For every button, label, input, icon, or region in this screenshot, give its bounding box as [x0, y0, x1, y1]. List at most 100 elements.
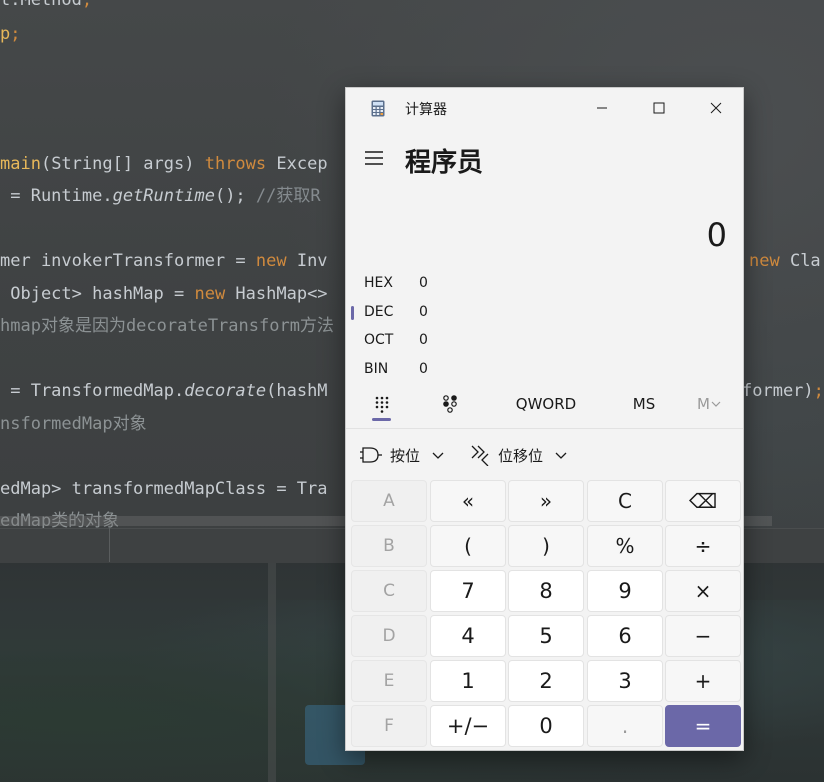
key-label: »	[539, 489, 553, 513]
key-label: 4	[461, 624, 475, 648]
keypad: A « » C ⌫ B ()% ÷ C 7 8 9 × D 4 5 6 − E 1 2 3 + F +/− 0. =	[351, 480, 741, 748]
maximize-button[interactable]	[636, 88, 682, 128]
divider	[346, 428, 743, 429]
key-2[interactable]: 2	[508, 660, 584, 702]
close-icon	[710, 102, 722, 114]
code-token: Cla	[779, 251, 821, 271]
code-token: decorate	[184, 381, 267, 401]
key-label: B	[383, 536, 395, 556]
key-label: ⌫	[688, 489, 718, 513]
calculator-window: 计算器 程序员 0 HEX 0 DEC 0 OCT 0 BIN 0 QWORD …	[345, 87, 744, 751]
key-label: ÷	[694, 534, 712, 558]
close-button[interactable]	[693, 88, 739, 128]
key-equals[interactable]: =	[665, 705, 741, 747]
code-line-fragment: new Cla	[749, 251, 821, 271]
code-token: new	[194, 284, 226, 304]
key-label: +/−	[446, 714, 490, 738]
key-label: «	[461, 489, 475, 513]
key-3[interactable]: 3	[587, 660, 663, 702]
code-line-fragment: former);	[742, 381, 824, 401]
key-label: (	[464, 534, 472, 558]
code-token: p	[0, 24, 11, 44]
radix-value: 0	[419, 361, 428, 377]
minimize-icon	[597, 107, 607, 109]
key-e: E	[351, 660, 427, 702]
code-line: = TransformedMap.decorate(hashM	[0, 381, 328, 401]
memory-recall-label: M	[697, 395, 710, 413]
memory-recall-button[interactable]: M	[689, 384, 729, 424]
key-divide[interactable]: ÷	[665, 525, 741, 567]
key-shift-right[interactable]: »	[508, 480, 584, 522]
code-line: Object> hashMap = new HashMap<>	[0, 284, 328, 304]
key-add[interactable]: +	[665, 660, 741, 702]
code-token: new	[749, 251, 780, 271]
mode-title: 程序员	[405, 148, 484, 178]
radix-label: HEX	[364, 275, 393, 291]
keypad-grid-icon	[375, 396, 389, 413]
key-7[interactable]: 7	[430, 570, 506, 612]
key-b: B	[351, 525, 427, 567]
code-token: HashMap<>	[225, 284, 328, 304]
chevron-down-icon	[432, 452, 444, 459]
bitwise-menu-button[interactable]: 按位	[360, 440, 444, 470]
radix-row-bin[interactable]: BIN 0	[346, 355, 546, 383]
code-token: t.Method	[0, 0, 82, 10]
key-0[interactable]: 0	[508, 705, 584, 747]
code-token: (hashM	[266, 381, 328, 401]
code-line: mer invokerTransformer = new Inv	[0, 251, 328, 271]
key-shift-left[interactable]: «	[430, 480, 506, 522]
bit-shift-icon	[471, 445, 489, 466]
key-clear[interactable]: C	[587, 480, 663, 522]
navigation-menu-icon[interactable]	[364, 148, 386, 170]
key-negate[interactable]: +/−	[430, 705, 506, 747]
bit-toggle-keypad-tab[interactable]	[428, 384, 472, 424]
bitwise-menu-label: 按位	[390, 446, 421, 465]
key-label: 8	[539, 579, 553, 603]
key-5[interactable]: 5	[508, 615, 584, 657]
word-size-button[interactable]: QWORD	[506, 384, 586, 424]
memory-store-button[interactable]: MS	[621, 384, 667, 424]
code-token: //获取R	[255, 186, 321, 206]
key-open-paren[interactable]: (	[430, 525, 506, 567]
radix-row-dec[interactable]: DEC 0	[346, 298, 546, 326]
key-modulo[interactable]: %	[587, 525, 663, 567]
key-label: )	[542, 534, 550, 558]
title-bar[interactable]: 计算器	[346, 88, 743, 128]
active-tab-indicator	[372, 418, 391, 421]
key-9[interactable]: 9	[587, 570, 663, 612]
key-label: .	[621, 714, 629, 738]
code-line: edMap> transformedMapClass = Tra	[0, 479, 328, 499]
radix-selected-indicator	[351, 306, 354, 320]
minimize-button[interactable]	[579, 88, 625, 128]
radix-row-hex[interactable]: HEX 0	[346, 269, 546, 297]
key-6[interactable]: 6	[587, 615, 663, 657]
radix-row-oct[interactable]: OCT 0	[346, 326, 546, 354]
key-4[interactable]: 4	[430, 615, 506, 657]
key-subtract[interactable]: −	[665, 615, 741, 657]
key-close-paren[interactable]: )	[508, 525, 584, 567]
key-label: =	[694, 714, 712, 738]
bit-toggle-icon	[443, 395, 457, 413]
code-token: nsformedMap对象	[0, 414, 147, 434]
key-label: 7	[461, 579, 475, 603]
window-title: 计算器	[405, 102, 447, 118]
key-multiply[interactable]: ×	[665, 570, 741, 612]
key-8[interactable]: 8	[508, 570, 584, 612]
key-backspace[interactable]: ⌫	[665, 480, 741, 522]
radix-label: DEC	[364, 304, 394, 320]
key-1[interactable]: 1	[430, 660, 506, 702]
key-label: 2	[539, 669, 553, 693]
key-label: A	[383, 491, 395, 511]
code-token: ,	[81, 0, 93, 10]
key-label: 1	[461, 669, 475, 693]
key-decimal[interactable]: .	[587, 705, 663, 747]
code-line: = Runtime.getRuntime(); //获取R	[0, 186, 321, 206]
panel-divider	[109, 528, 110, 562]
bit-shift-menu-button[interactable]: 位移位	[470, 440, 567, 470]
code-token: getRuntime	[112, 186, 215, 206]
key-label: C	[618, 489, 632, 513]
code-line: main(String[] args) throws Excep	[0, 154, 328, 174]
calculator-app-icon	[371, 100, 385, 117]
maximize-icon	[653, 102, 665, 114]
code-token: throws	[204, 154, 267, 174]
